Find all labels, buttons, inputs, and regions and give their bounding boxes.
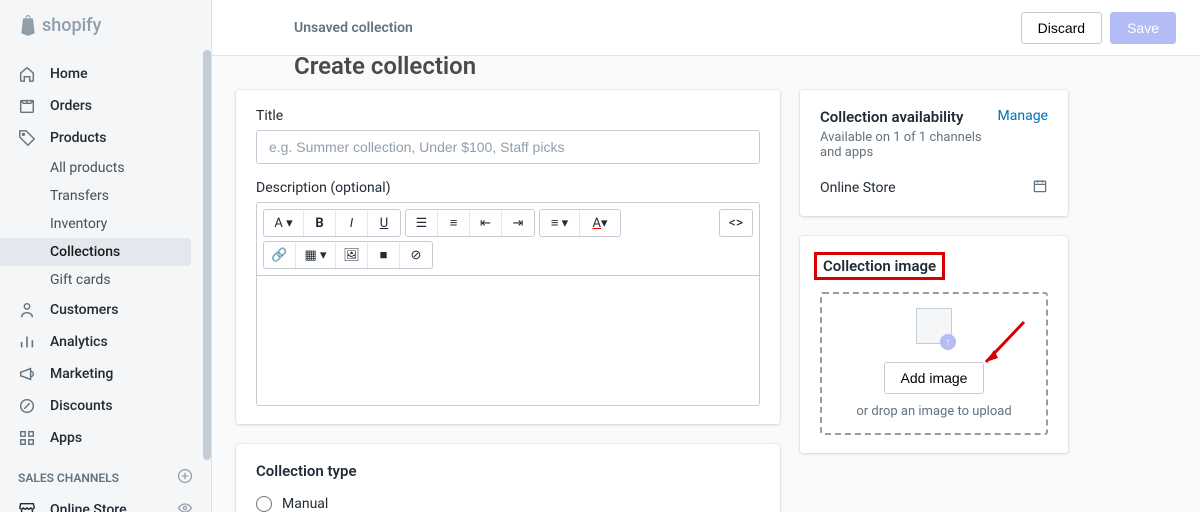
manual-radio[interactable]: [256, 496, 272, 512]
availability-title: Collection availability: [820, 108, 998, 126]
topbar-title: Unsaved collection: [294, 20, 413, 36]
main: Unsaved collection Discard Save Create c…: [212, 0, 1200, 512]
availability-sub: Available on 1 of 1 channels and apps: [820, 130, 998, 160]
rte-outdent-button[interactable]: ⇤: [470, 210, 502, 236]
nav-products-label: Products: [50, 130, 107, 146]
nav: Home Orders Products All products Transf…: [0, 50, 211, 512]
nav-marketing[interactable]: Marketing: [0, 358, 211, 390]
rte-html-toggle[interactable]: <>: [719, 209, 753, 237]
orders-icon: [18, 97, 36, 115]
description-editor[interactable]: [256, 276, 760, 406]
title-label: Title: [256, 108, 760, 124]
nav-products[interactable]: Products: [0, 122, 211, 154]
add-image-button[interactable]: Add image: [884, 362, 985, 394]
topbar: Unsaved collection Discard Save: [212, 0, 1200, 56]
rte-video-button[interactable]: ■: [368, 242, 400, 268]
nav-discounts[interactable]: Discounts: [0, 390, 211, 422]
collection-image-card: Collection image ↑ Add image: [800, 236, 1068, 453]
discard-button[interactable]: Discard: [1021, 12, 1102, 44]
nav-apps-label: Apps: [50, 430, 82, 446]
nav-home[interactable]: Home: [0, 58, 211, 90]
view-store-icon[interactable]: [177, 500, 193, 512]
save-button[interactable]: Save: [1110, 12, 1176, 44]
content: Create collection Title Description (opt…: [212, 56, 1200, 512]
manual-label: Manual: [282, 496, 328, 512]
scrollbar[interactable]: [203, 50, 211, 460]
availability-card: Collection availability Available on 1 o…: [800, 90, 1068, 216]
rte-link-button[interactable]: 🔗: [264, 242, 296, 268]
rte-indent-button[interactable]: ⇥: [502, 210, 534, 236]
tag-icon: [18, 129, 36, 147]
collection-type-title: Collection type: [256, 462, 760, 480]
nav-apps[interactable]: Apps: [0, 422, 211, 454]
nav-home-label: Home: [50, 66, 88, 82]
availability-channel: Online Store: [820, 180, 896, 196]
discount-icon: [18, 397, 36, 415]
sales-channels-header: SALES CHANNELS: [0, 454, 211, 493]
home-icon: [18, 65, 36, 83]
channel-online-store-label: Online Store: [50, 502, 127, 512]
rte-table-dropdown[interactable]: ▦ ▾: [296, 242, 336, 268]
sidebar: shopify Home Orders Products All product…: [0, 0, 212, 512]
shopify-bag-icon: [18, 14, 38, 36]
page-heading: Create collection: [236, 56, 1176, 80]
collection-image-title: Collection image: [823, 257, 936, 275]
title-input[interactable]: [256, 130, 760, 164]
rte-image-button[interactable]: 🖼: [336, 242, 368, 268]
subnav-collections[interactable]: Collections: [0, 238, 191, 266]
add-channel-icon[interactable]: [177, 468, 193, 487]
rte-underline-button[interactable]: U: [368, 210, 400, 236]
megaphone-icon: [18, 365, 36, 383]
topbar-actions: Discard Save: [1021, 12, 1176, 44]
analytics-icon: [18, 333, 36, 351]
rte-color-dropdown[interactable]: A ▾: [580, 210, 620, 236]
collection-image-highlight: Collection image: [814, 252, 945, 280]
upload-placeholder-icon: ↑: [912, 308, 956, 352]
nav-analytics-label: Analytics: [50, 334, 108, 350]
brand-text: shopify: [42, 15, 101, 36]
subnav-gift-cards[interactable]: Gift cards: [50, 266, 211, 294]
nav-customers-label: Customers: [50, 302, 118, 318]
manage-link[interactable]: Manage: [998, 108, 1048, 124]
nav-orders-label: Orders: [50, 98, 92, 114]
collection-type-card: Collection type Manual Add products to t…: [236, 444, 780, 512]
nav-customers[interactable]: Customers: [0, 294, 211, 326]
rte-number-list-button[interactable]: ≡: [438, 210, 470, 236]
shopify-logo[interactable]: shopify: [0, 0, 211, 50]
rte-italic-button[interactable]: I: [336, 210, 368, 236]
channel-online-store[interactable]: Online Store: [0, 493, 211, 512]
description-label: Description (optional): [256, 180, 760, 196]
dropzone-hint: or drop an image to upload: [832, 404, 1036, 419]
store-icon: [18, 501, 36, 512]
nav-marketing-label: Marketing: [50, 366, 113, 382]
title-card: Title Description (optional) A ▾ B I U: [236, 90, 780, 424]
nav-discounts-label: Discounts: [50, 398, 113, 414]
rte-clear-format-button[interactable]: ⊘: [400, 242, 432, 268]
customer-icon: [18, 301, 36, 319]
subnav-all-products[interactable]: All products: [50, 154, 211, 182]
rte-align-dropdown[interactable]: ≡ ▾: [540, 210, 580, 236]
rte-bold-button[interactable]: B: [304, 210, 336, 236]
rte-toolbar: A ▾ B I U ☰ ≡ ⇤ ⇥: [256, 202, 760, 276]
subnav-inventory[interactable]: Inventory: [50, 210, 211, 238]
rte-bullet-list-button[interactable]: ☰: [406, 210, 438, 236]
rte-paragraph-dropdown[interactable]: A ▾: [264, 210, 304, 236]
nav-analytics[interactable]: Analytics: [0, 326, 211, 358]
apps-icon: [18, 429, 36, 447]
products-subnav: All products Transfers Inventory Collect…: [0, 154, 211, 294]
subnav-transfers[interactable]: Transfers: [50, 182, 211, 210]
calendar-icon[interactable]: [1032, 178, 1048, 198]
image-dropzone[interactable]: ↑ Add image or drop an image to upload: [820, 292, 1048, 435]
nav-orders[interactable]: Orders: [0, 90, 211, 122]
sales-channels-label: SALES CHANNELS: [18, 471, 119, 485]
